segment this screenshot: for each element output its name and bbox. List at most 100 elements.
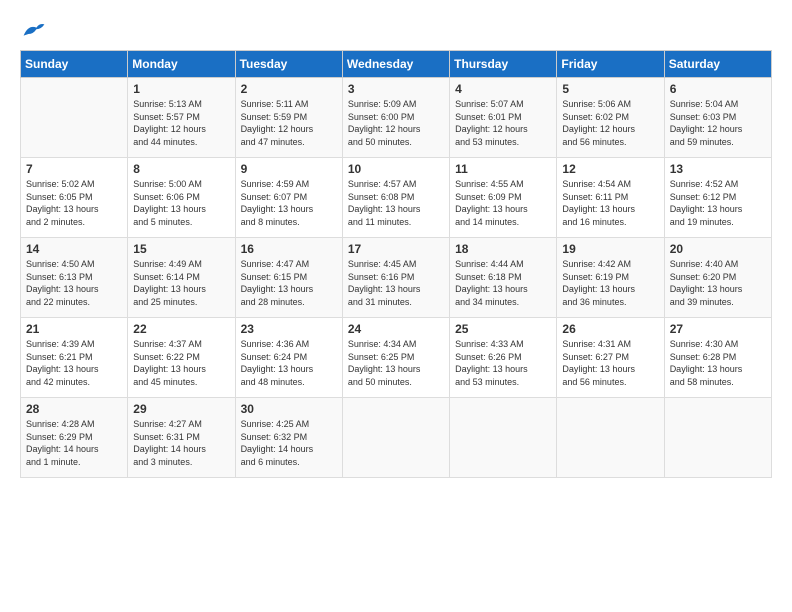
day-number: 1 (133, 82, 229, 96)
day-number: 11 (455, 162, 551, 176)
calendar-cell: 4Sunrise: 5:07 AM Sunset: 6:01 PM Daylig… (450, 78, 557, 158)
day-number: 12 (562, 162, 658, 176)
day-info: Sunrise: 5:07 AM Sunset: 6:01 PM Dayligh… (455, 98, 551, 148)
calendar-table: SundayMondayTuesdayWednesdayThursdayFrid… (20, 50, 772, 478)
day-number: 26 (562, 322, 658, 336)
day-info: Sunrise: 4:39 AM Sunset: 6:21 PM Dayligh… (26, 338, 122, 388)
day-info: Sunrise: 4:57 AM Sunset: 6:08 PM Dayligh… (348, 178, 444, 228)
day-info: Sunrise: 4:25 AM Sunset: 6:32 PM Dayligh… (241, 418, 337, 468)
calendar-cell: 14 Sunrise: 4:50 AM Sunset: 6:13 PM Dayli… (21, 238, 128, 318)
day-info: Sunrise: 4:47 AM Sunset: 6:15 PM Dayligh… (241, 258, 337, 308)
calendar-cell: 11 Sunrise: 4:55 AM Sunset: 6:09 PM Dayli… (450, 158, 557, 238)
day-number: 10 (348, 162, 444, 176)
calendar-week-row: 28Sunrise: 4:28 AM Sunset: 6:29 PM Dayli… (21, 398, 772, 478)
calendar-cell: 7 Sunrise: 5:02 AM Sunset: 6:05 PM Daylig… (21, 158, 128, 238)
page-header (20, 20, 772, 40)
bird-icon (22, 20, 46, 40)
day-info: Sunrise: 4:31 AM Sunset: 6:27 PM Dayligh… (562, 338, 658, 388)
weekday-header-wednesday: Wednesday (342, 51, 449, 78)
calendar-cell: 27 Sunrise: 4:30 AM Sunset: 6:28 PM Dayli… (664, 318, 771, 398)
calendar-cell: 15 Sunrise: 4:49 AM Sunset: 6:14 PM Dayli… (128, 238, 235, 318)
day-info: Sunrise: 4:34 AM Sunset: 6:25 PM Dayligh… (348, 338, 444, 388)
day-info: Sunrise: 4:28 AM Sunset: 6:29 PM Dayligh… (26, 418, 122, 468)
calendar-cell: 12 Sunrise: 4:54 AM Sunset: 6:11 PM Dayli… (557, 158, 664, 238)
calendar-cell: 10 Sunrise: 4:57 AM Sunset: 6:08 PM Dayli… (342, 158, 449, 238)
day-number: 14 (26, 242, 122, 256)
weekday-header-thursday: Thursday (450, 51, 557, 78)
calendar-cell: 16 Sunrise: 4:47 AM Sunset: 6:15 PM Dayli… (235, 238, 342, 318)
day-number: 7 (26, 162, 122, 176)
calendar-cell: 30 Sunrise: 4:25 AM Sunset: 6:32 PM Dayli… (235, 398, 342, 478)
day-info: Sunrise: 4:52 AM Sunset: 6:12 PM Dayligh… (670, 178, 766, 228)
calendar-week-row: 1 Sunrise: 5:13 AM Sunset: 5:57 PM Daylig… (21, 78, 772, 158)
calendar-week-row: 7 Sunrise: 5:02 AM Sunset: 6:05 PM Daylig… (21, 158, 772, 238)
calendar-cell: 3 Sunrise: 5:09 AM Sunset: 6:00 PM Daylig… (342, 78, 449, 158)
day-number: 16 (241, 242, 337, 256)
day-number: 3 (348, 82, 444, 96)
weekday-header-tuesday: Tuesday (235, 51, 342, 78)
calendar-week-row: 14 Sunrise: 4:50 AM Sunset: 6:13 PM Dayli… (21, 238, 772, 318)
calendar-cell: 24 Sunrise: 4:34 AM Sunset: 6:25 PM Dayli… (342, 318, 449, 398)
calendar-cell: 5 Sunrise: 5:06 AM Sunset: 6:02 PM Daylig… (557, 78, 664, 158)
calendar-cell: 6Sunrise: 5:04 AM Sunset: 6:03 PM Daylig… (664, 78, 771, 158)
day-number: 29 (133, 402, 229, 416)
calendar-week-row: 21 Sunrise: 4:39 AM Sunset: 6:21 PM Dayli… (21, 318, 772, 398)
day-info: Sunrise: 5:11 AM Sunset: 5:59 PM Dayligh… (241, 98, 337, 148)
day-info: Sunrise: 4:33 AM Sunset: 6:26 PM Dayligh… (455, 338, 551, 388)
day-info: Sunrise: 4:54 AM Sunset: 6:11 PM Dayligh… (562, 178, 658, 228)
day-number: 9 (241, 162, 337, 176)
calendar-cell: 1 Sunrise: 5:13 AM Sunset: 5:57 PM Daylig… (128, 78, 235, 158)
calendar-cell (450, 398, 557, 478)
calendar-cell (342, 398, 449, 478)
day-info: Sunrise: 5:09 AM Sunset: 6:00 PM Dayligh… (348, 98, 444, 148)
calendar-cell: 13 Sunrise: 4:52 AM Sunset: 6:12 PM Dayli… (664, 158, 771, 238)
day-number: 8 (133, 162, 229, 176)
calendar-cell: 8 Sunrise: 5:00 AM Sunset: 6:06 PM Daylig… (128, 158, 235, 238)
calendar-cell (557, 398, 664, 478)
calendar-cell: 19Sunrise: 4:42 AM Sunset: 6:19 PM Dayli… (557, 238, 664, 318)
logo (20, 20, 46, 40)
calendar-cell (664, 398, 771, 478)
day-number: 18 (455, 242, 551, 256)
day-info: Sunrise: 4:55 AM Sunset: 6:09 PM Dayligh… (455, 178, 551, 228)
day-info: Sunrise: 4:45 AM Sunset: 6:16 PM Dayligh… (348, 258, 444, 308)
calendar-cell: 9Sunrise: 4:59 AM Sunset: 6:07 PM Daylig… (235, 158, 342, 238)
day-info: Sunrise: 5:02 AM Sunset: 6:05 PM Dayligh… (26, 178, 122, 228)
day-info: Sunrise: 5:13 AM Sunset: 5:57 PM Dayligh… (133, 98, 229, 148)
day-number: 21 (26, 322, 122, 336)
calendar-cell: 28Sunrise: 4:28 AM Sunset: 6:29 PM Dayli… (21, 398, 128, 478)
day-info: Sunrise: 5:06 AM Sunset: 6:02 PM Dayligh… (562, 98, 658, 148)
calendar-cell: 20 Sunrise: 4:40 AM Sunset: 6:20 PM Dayli… (664, 238, 771, 318)
day-number: 24 (348, 322, 444, 336)
day-number: 30 (241, 402, 337, 416)
weekday-header-row: SundayMondayTuesdayWednesdayThursdayFrid… (21, 51, 772, 78)
day-info: Sunrise: 4:42 AM Sunset: 6:19 PM Dayligh… (562, 258, 658, 308)
day-info: Sunrise: 4:50 AM Sunset: 6:13 PM Dayligh… (26, 258, 122, 308)
day-info: Sunrise: 4:36 AM Sunset: 6:24 PM Dayligh… (241, 338, 337, 388)
calendar-cell: 29 Sunrise: 4:27 AM Sunset: 6:31 PM Dayli… (128, 398, 235, 478)
calendar-cell: 2Sunrise: 5:11 AM Sunset: 5:59 PM Daylig… (235, 78, 342, 158)
calendar-cell: 18Sunrise: 4:44 AM Sunset: 6:18 PM Dayli… (450, 238, 557, 318)
day-number: 25 (455, 322, 551, 336)
calendar-cell: 26 Sunrise: 4:31 AM Sunset: 6:27 PM Dayli… (557, 318, 664, 398)
weekday-header-sunday: Sunday (21, 51, 128, 78)
day-number: 23 (241, 322, 337, 336)
day-info: Sunrise: 4:27 AM Sunset: 6:31 PM Dayligh… (133, 418, 229, 468)
day-number: 5 (562, 82, 658, 96)
calendar-cell: 17 Sunrise: 4:45 AM Sunset: 6:16 PM Dayli… (342, 238, 449, 318)
calendar-cell (21, 78, 128, 158)
day-info: Sunrise: 4:49 AM Sunset: 6:14 PM Dayligh… (133, 258, 229, 308)
day-number: 15 (133, 242, 229, 256)
day-info: Sunrise: 4:30 AM Sunset: 6:28 PM Dayligh… (670, 338, 766, 388)
day-info: Sunrise: 4:40 AM Sunset: 6:20 PM Dayligh… (670, 258, 766, 308)
day-number: 17 (348, 242, 444, 256)
day-number: 27 (670, 322, 766, 336)
day-number: 20 (670, 242, 766, 256)
day-info: Sunrise: 5:00 AM Sunset: 6:06 PM Dayligh… (133, 178, 229, 228)
calendar-cell: 22Sunrise: 4:37 AM Sunset: 6:22 PM Dayli… (128, 318, 235, 398)
calendar-cell: 21 Sunrise: 4:39 AM Sunset: 6:21 PM Dayli… (21, 318, 128, 398)
day-info: Sunrise: 5:04 AM Sunset: 6:03 PM Dayligh… (670, 98, 766, 148)
calendar-cell: 25 Sunrise: 4:33 AM Sunset: 6:26 PM Dayli… (450, 318, 557, 398)
day-number: 13 (670, 162, 766, 176)
weekday-header-friday: Friday (557, 51, 664, 78)
